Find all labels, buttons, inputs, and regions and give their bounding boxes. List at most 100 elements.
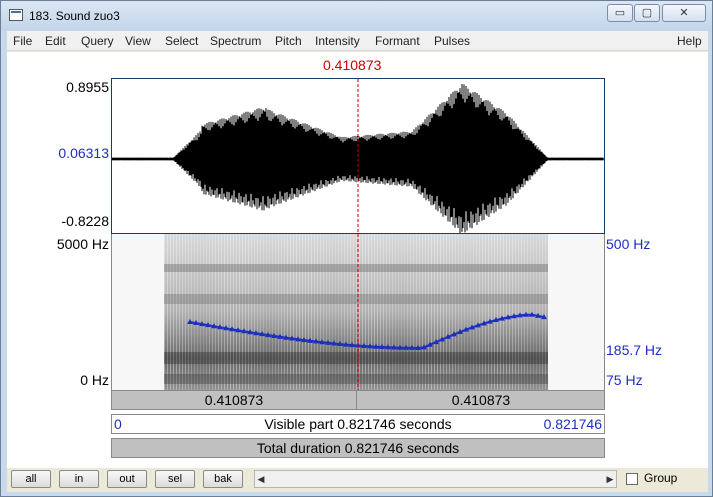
minimize-icon: ▭ — [614, 7, 626, 19]
menu-bar: File Edit Query View Select Spectrum Pit… — [7, 31, 708, 51]
pitch-current-label: 185.7 Hz — [606, 342, 663, 358]
spectrogram-striation — [401, 234, 402, 390]
menu-help[interactable]: Help — [677, 34, 702, 48]
spectrogram-formant-band — [164, 294, 548, 304]
zoom-in-button[interactable]: in — [59, 470, 99, 488]
spectrogram-striation — [350, 234, 351, 390]
spectrogram-striation — [290, 234, 291, 390]
spectrogram-striation — [311, 234, 312, 390]
minimize-button[interactable]: ▭ — [607, 4, 633, 22]
scroll-left-icon[interactable]: ◀ — [255, 471, 267, 487]
horizontal-scrollbar[interactable]: ◀ ▶ — [254, 470, 617, 488]
spectrogram-striation — [443, 234, 444, 390]
spectrogram-striation — [293, 234, 294, 390]
editor-canvas[interactable]: 0.410873 0.8955 0.06313 -0.8228 5000 Hz … — [7, 52, 708, 488]
spectrogram-striation — [341, 234, 342, 390]
spectrogram-striation — [221, 234, 222, 390]
zoom-sel-label: sel — [167, 473, 183, 485]
spectrogram-striation — [500, 234, 501, 390]
close-icon: ✕ — [679, 7, 689, 19]
maximize-button[interactable]: ▢ — [634, 4, 660, 22]
spectrogram-striation — [524, 234, 525, 390]
spectrogram-striation — [248, 234, 249, 390]
spectrogram-striation — [224, 234, 225, 390]
spectrogram-svg — [164, 234, 548, 390]
menu-select[interactable]: Select — [165, 34, 198, 48]
spectrogram-striation — [212, 234, 213, 390]
maximize-icon: ▢ — [641, 7, 653, 19]
spectrogram-striation — [338, 234, 339, 390]
spectrogram-striation — [383, 234, 384, 390]
waveform-panel[interactable] — [111, 78, 605, 234]
menu-spectrum[interactable]: Spectrum — [210, 34, 261, 48]
spectrogram-striation — [335, 234, 336, 390]
zoom-all-button[interactable]: all — [11, 470, 51, 488]
spectrogram-striation — [326, 234, 327, 390]
spectrogram-striation — [464, 234, 465, 390]
spectrogram-striation — [203, 234, 204, 390]
spectrogram-striation — [347, 234, 348, 390]
spectrogram-striation — [260, 234, 261, 390]
spectrogram-striation — [179, 234, 180, 390]
close-button[interactable]: ✕ — [662, 4, 706, 22]
menu-pulses[interactable]: Pulses — [434, 34, 470, 48]
spectrogram-striation — [527, 234, 528, 390]
spectrogram-striation — [434, 234, 435, 390]
menu-formant[interactable]: Formant — [375, 34, 420, 48]
spectrogram-striation — [305, 234, 306, 390]
spectrogram-freq-min: 0 Hz — [80, 372, 109, 388]
spectrogram-striation — [263, 234, 264, 390]
menu-pitch[interactable]: Pitch — [275, 34, 302, 48]
spectrogram-striation — [251, 234, 252, 390]
spectrogram-striation — [272, 234, 273, 390]
spectrogram-striation — [218, 234, 219, 390]
spectrogram-striation — [281, 234, 282, 390]
spectrogram-striation — [485, 234, 486, 390]
cursor-time-label: 0.410873 — [323, 57, 382, 73]
spectrogram-striation — [446, 234, 447, 390]
spectrogram-striation — [515, 234, 516, 390]
window-icon — [9, 9, 23, 21]
spectrogram-striation — [200, 234, 201, 390]
spectrogram-striation — [191, 234, 192, 390]
spectrogram-striation — [410, 234, 411, 390]
total-duration-bar[interactable]: Total duration 0.821746 seconds — [111, 438, 605, 458]
spectrogram-striation — [266, 234, 267, 390]
spectrogram-striation — [395, 234, 396, 390]
group-checkbox[interactable] — [626, 473, 638, 485]
spectrogram-panel[interactable] — [111, 234, 605, 390]
title-bar[interactable]: 183. Sound zuo3 ▭ ▢ ✕ — [1, 1, 712, 31]
menu-view[interactable]: View — [125, 34, 151, 48]
spectrogram-striation — [176, 234, 177, 390]
zoom-out-button[interactable]: out — [107, 470, 147, 488]
zoom-all-label: all — [25, 473, 37, 485]
waveform-y-max: 0.8955 — [66, 79, 109, 95]
spectrogram-striation — [455, 234, 456, 390]
spectrogram-striation — [518, 234, 519, 390]
spectrogram-striation — [356, 234, 357, 390]
right-segment[interactable]: 0.410873 — [358, 391, 604, 409]
spectrogram-striation — [449, 234, 450, 390]
zoom-in-label: in — [74, 473, 84, 485]
spectrogram-striation — [497, 234, 498, 390]
spectrogram-striation — [461, 234, 462, 390]
spectrogram-striation — [530, 234, 531, 390]
menu-file[interactable]: File — [13, 34, 32, 48]
zoom-sel-button[interactable]: sel — [155, 470, 195, 488]
spectrogram-striation — [503, 234, 504, 390]
visible-end-label: 0.821746 — [543, 416, 602, 432]
zoom-back-button[interactable]: bak — [203, 470, 243, 488]
menu-edit[interactable]: Edit — [45, 34, 66, 48]
menu-intensity[interactable]: Intensity — [315, 34, 360, 48]
spectrogram-striation — [206, 234, 207, 390]
scroll-right-icon[interactable]: ▶ — [604, 471, 616, 487]
spectrogram-striation — [488, 234, 489, 390]
visible-part-bar[interactable]: 0 Visible part 0.821746 seconds 0.821746 — [111, 414, 605, 434]
spectrogram-striation — [479, 234, 480, 390]
spectrogram-striation — [368, 234, 369, 390]
spectrogram-striation — [380, 234, 381, 390]
pitch-max-label: 500 Hz — [606, 236, 651, 252]
menu-query[interactable]: Query — [81, 34, 114, 48]
spectrogram-striation — [353, 234, 354, 390]
left-segment[interactable]: 0.410873 — [112, 391, 357, 409]
